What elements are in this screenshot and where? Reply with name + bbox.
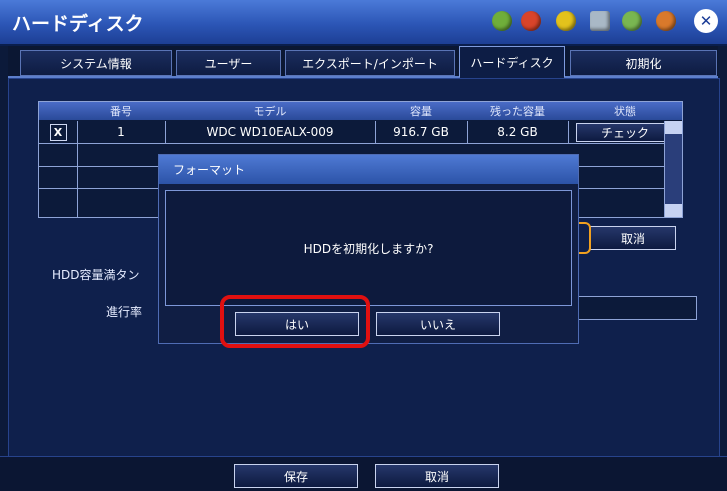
cancel-side-button[interactable]: 取消 xyxy=(590,226,676,250)
table-scrollbar[interactable] xyxy=(664,121,682,217)
column-divider xyxy=(77,144,78,217)
exit-icon[interactable] xyxy=(656,11,676,31)
record-icon[interactable] xyxy=(521,11,541,31)
scroll-up-icon[interactable] xyxy=(665,121,682,134)
column-header-status: 状態 xyxy=(568,102,682,120)
cancel-button[interactable]: 取消 xyxy=(375,464,499,488)
window-title: ハードディスク xyxy=(12,13,144,35)
column-header-capacity: 容量 xyxy=(375,102,468,120)
search-icon[interactable] xyxy=(622,11,642,31)
no-button[interactable]: いいえ xyxy=(376,312,500,336)
column-header-remaining: 残った容量 xyxy=(467,102,569,120)
table-cell-capacity: 916.7 GB xyxy=(375,121,468,144)
tab-system-info[interactable]: システム情報 xyxy=(20,50,172,76)
close-button[interactable]: ✕ xyxy=(694,9,718,33)
tab-initialize[interactable]: 初期化 xyxy=(570,50,717,76)
bottom-bar: 保存 取消 xyxy=(0,456,727,491)
table-cell-remaining: 8.2 GB xyxy=(467,121,569,144)
highlight-box xyxy=(220,295,370,348)
select-column-header xyxy=(39,102,78,120)
tab-hard-disk[interactable]: ハードディスク xyxy=(459,46,565,79)
save-button[interactable]: 保存 xyxy=(234,464,358,488)
column-header-number: 番号 xyxy=(77,102,166,120)
dialog-message: HDDを初期化しますか? xyxy=(165,190,572,306)
progress-label: 進行率 xyxy=(106,305,143,319)
progress-bar xyxy=(577,296,697,320)
check-button[interactable]: チェック xyxy=(576,122,674,142)
table-cell-number: 1 xyxy=(77,121,166,144)
hdd-full-label: HDD容量満タン xyxy=(52,268,140,282)
scroll-down-icon[interactable] xyxy=(665,204,682,217)
table-row-select-cell[interactable]: X xyxy=(39,121,78,144)
close-icon: ✕ xyxy=(699,12,713,30)
tab-export-import[interactable]: エクスポート/インポート xyxy=(285,50,455,76)
tools-icon[interactable] xyxy=(590,11,610,31)
column-header-model: モデル xyxy=(165,102,376,120)
title-bar: ハードディスク ✕ xyxy=(0,0,727,46)
settings-icon[interactable] xyxy=(556,11,576,31)
tab-users[interactable]: ユーザー xyxy=(176,50,281,76)
select-checkbox[interactable]: X xyxy=(49,123,67,141)
network-icon[interactable] xyxy=(492,11,512,31)
tab-bar: システム情報 ユーザー エクスポート/インポート ハードディスク 初期化 xyxy=(8,46,718,79)
table-cell-model: WDC WD10EALX-009 xyxy=(165,121,376,144)
dialog-title: フォーマット xyxy=(159,155,578,184)
